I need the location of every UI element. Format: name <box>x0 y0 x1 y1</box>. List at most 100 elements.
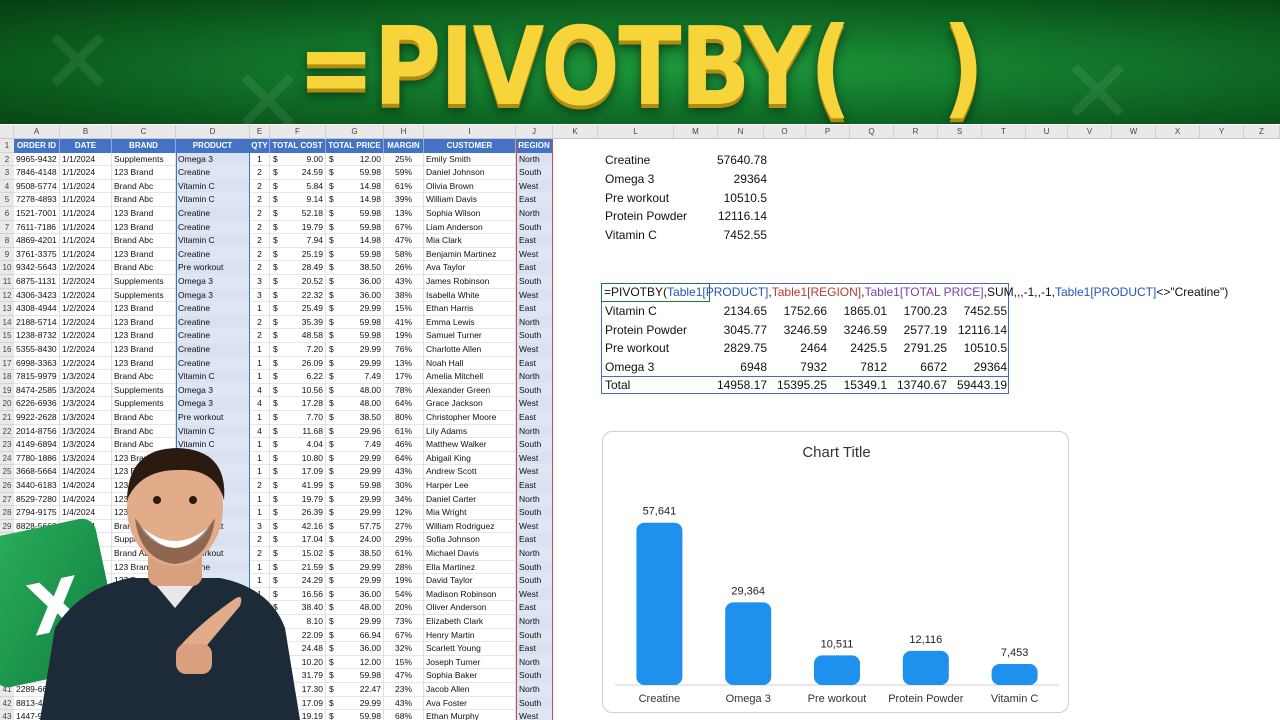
table-cell[interactable]: 1/3/2024 <box>60 370 112 384</box>
table-cell[interactable]: East <box>516 302 553 316</box>
table-cell[interactable]: 30% <box>384 479 424 493</box>
table-cell[interactable]: $22.32 <box>270 288 326 303</box>
table-cell[interactable]: $17.28 <box>270 397 326 411</box>
table-cell[interactable]: Brand Abc <box>112 179 176 194</box>
table-cell[interactable]: Daniel Johnson <box>424 166 516 180</box>
summary-value[interactable]: 12116.14 <box>680 207 767 226</box>
table-cell[interactable]: 4306-3423 <box>14 288 60 303</box>
table-cell[interactable]: $59.98 <box>326 329 384 343</box>
table-cell[interactable]: North <box>516 655 553 670</box>
table-cell[interactable]: Creatine <box>176 356 250 371</box>
table-cell[interactable]: Michael Davis <box>424 547 516 561</box>
table-cell[interactable]: William Rodriguez <box>424 519 516 534</box>
table-cell[interactable]: 2 <box>250 220 270 235</box>
column-header-k[interactable]: K <box>553 125 598 139</box>
table-cell[interactable]: 43% <box>384 696 424 711</box>
column-header-j[interactable]: J <box>516 125 553 139</box>
summary-value[interactable]: 10510.5 <box>680 189 767 208</box>
table-cell[interactable]: 1521-7001 <box>14 207 60 221</box>
table-cell[interactable]: $29.99 <box>326 343 384 357</box>
column-header-f[interactable]: F <box>270 125 326 139</box>
table-cell[interactable]: $29.99 <box>326 615 384 629</box>
table-cell[interactable]: Omega 3 <box>176 397 250 411</box>
column-header-a[interactable]: A <box>14 125 60 139</box>
table-cell[interactable]: 1/2/2024 <box>60 329 112 343</box>
table-cell[interactable]: South <box>516 628 553 643</box>
table-cell[interactable]: South <box>516 220 553 235</box>
table-cell[interactable]: Emma Lewis <box>424 315 516 330</box>
table-cell[interactable]: Sofia Johnson <box>424 533 516 547</box>
table-cell[interactable]: 1/2/2024 <box>60 302 112 316</box>
table-cell[interactable]: David Taylor <box>424 574 516 588</box>
table-cell[interactable]: Joseph Turner <box>424 655 516 670</box>
table-cell[interactable]: 123 Brand <box>112 356 176 371</box>
table-cell[interactable]: 1238-8732 <box>14 329 60 343</box>
table-cell[interactable]: $48.00 <box>326 397 384 411</box>
table-cell[interactable]: Elizabeth Clark <box>424 615 516 629</box>
table-cell[interactable]: $28.49 <box>270 261 326 275</box>
table-cell[interactable]: Ethan Murphy <box>424 710 516 720</box>
table-cell[interactable]: Emily Smith <box>424 152 516 167</box>
table-cell[interactable]: 2 <box>250 207 270 221</box>
table-cell[interactable]: $14.98 <box>326 179 384 194</box>
table-cell[interactable]: Abigail King <box>424 451 516 466</box>
table-cell[interactable]: $9.14 <box>270 193 326 207</box>
table-header-cell[interactable]: DATE <box>60 139 112 153</box>
table-cell[interactable]: 27% <box>384 519 424 534</box>
table-cell[interactable]: West <box>516 343 553 357</box>
table-cell[interactable]: 1/2/2024 <box>60 275 112 289</box>
row-number[interactable]: 22 <box>0 424 14 439</box>
table-cell[interactable]: $7.70 <box>270 411 326 425</box>
table-cell[interactable]: William Davis <box>424 193 516 207</box>
table-cell[interactable]: 123 Brand <box>112 247 176 262</box>
row-number[interactable]: 18 <box>0 370 14 384</box>
table-header-cell[interactable]: ORDER ID <box>14 139 60 153</box>
table-cell[interactable]: 7278-4893 <box>14 193 60 207</box>
table-cell[interactable]: Omega 3 <box>176 288 250 303</box>
table-header-cell[interactable]: MARGIN <box>384 139 424 153</box>
pivot-value[interactable]: 12116.14 <box>937 321 1007 340</box>
table-cell[interactable]: Creatine <box>176 343 250 357</box>
pivot-row-label[interactable]: Vitamin C <box>605 302 657 321</box>
column-header-z[interactable]: Z <box>1244 125 1280 139</box>
table-cell[interactable]: 1/1/2024 <box>60 247 112 262</box>
table-cell[interactable]: 38% <box>384 288 424 303</box>
pivotby-formula[interactable]: =PIVOTBY(Table1[PRODUCT],Table1[REGION],… <box>602 283 1228 302</box>
table-cell[interactable]: West <box>516 710 553 720</box>
table-cell[interactable]: Creatine <box>176 207 250 221</box>
table-cell[interactable]: $26.09 <box>270 356 326 371</box>
table-cell[interactable]: South <box>516 275 553 289</box>
table-cell[interactable]: Creatine <box>176 302 250 316</box>
table-cell[interactable]: 19% <box>384 574 424 588</box>
row-number[interactable]: 15 <box>0 329 14 343</box>
column-header-n[interactable]: N <box>718 125 764 139</box>
chart-bar[interactable] <box>991 664 1038 685</box>
column-header-q[interactable]: Q <box>850 125 894 139</box>
summary-label[interactable]: Creatine <box>605 151 650 170</box>
table-cell[interactable]: 2188-5714 <box>14 315 60 330</box>
table-cell[interactable]: 123 Brand <box>112 166 176 180</box>
table-cell[interactable]: 123 Brand <box>112 220 176 235</box>
table-cell[interactable]: Madison Robinson <box>424 587 516 602</box>
column-header-h[interactable]: H <box>384 125 424 139</box>
table-cell[interactable]: $59.98 <box>326 207 384 221</box>
row-number[interactable]: 9 <box>0 247 14 262</box>
table-cell[interactable]: Amelia Mitchell <box>424 370 516 384</box>
table-cell[interactable]: $25.19 <box>270 247 326 262</box>
table-cell[interactable]: $12.00 <box>326 655 384 670</box>
table-header-cell[interactable]: TOTAL COST <box>270 139 326 153</box>
table-cell[interactable]: Matthew Walker <box>424 438 516 452</box>
table-cell[interactable]: 6226-6936 <box>14 397 60 411</box>
row-number[interactable]: 21 <box>0 411 14 425</box>
table-cell[interactable]: $38.50 <box>326 547 384 561</box>
table-cell[interactable]: Omega 3 <box>176 275 250 289</box>
table-cell[interactable]: 1/2/2024 <box>60 343 112 357</box>
table-cell[interactable]: 7611-7186 <box>14 220 60 235</box>
table-cell[interactable]: 123 Brand <box>112 302 176 316</box>
table-cell[interactable]: 46% <box>384 438 424 452</box>
chart-bar[interactable] <box>725 602 772 685</box>
table-cell[interactable]: Ava Taylor <box>424 261 516 275</box>
table-cell[interactable]: 123 Brand <box>112 343 176 357</box>
row-number[interactable]: 2 <box>0 152 14 167</box>
row-number[interactable]: 11 <box>0 275 14 289</box>
